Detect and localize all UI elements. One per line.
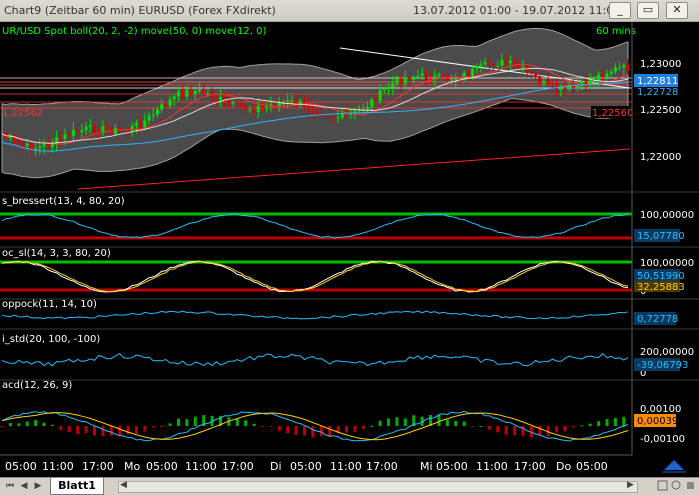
next-sheet-icon[interactable]: ▶ (32, 480, 44, 493)
indicator-value: 50,51990 (637, 271, 685, 282)
time-label: 17:00 (366, 460, 398, 473)
axis-label-top: 100,00000 (640, 210, 694, 221)
time-label: 05:00 (5, 460, 37, 473)
time-label: 11:00 (42, 460, 74, 473)
last-price: 1,22811 (637, 76, 678, 87)
close-button[interactable]: ✕ (666, 2, 688, 19)
time-label: 05:00 (146, 460, 178, 473)
time-label: 17:00 (222, 460, 254, 473)
zoom-icon[interactable] (671, 480, 682, 491)
title-bar: Chart9 (Zeitbar 60 min) EURUSD (Forex FX… (0, 0, 699, 22)
scroll-left-icon[interactable]: ◀ (120, 480, 127, 490)
indicator-legend: oppock(11, 14, 10) (2, 299, 97, 310)
axis-label-top: 200,00000 (640, 347, 694, 358)
time-label: 05:00 (576, 460, 608, 473)
axis-label-top: 0,00100 (640, 404, 681, 415)
time-label: 05:00 (290, 460, 322, 473)
price-label-2: 1,22500 (640, 105, 681, 116)
first-sheet-icon[interactable]: ⏮ (4, 480, 16, 493)
time-label: 17:00 (82, 460, 114, 473)
time-label: Mi (420, 460, 433, 473)
time-label: 11:00 (476, 460, 508, 473)
right-price-marker: 1,22560 (592, 108, 633, 119)
date-range: 13.07.2012 01:00 - 19.07.2012 11:00 (413, 4, 621, 17)
indicator-legend: s_bressert(13, 4, 80, 20) (2, 196, 125, 207)
axis-label-top: 100,00000 (640, 258, 694, 269)
indicator-value: 0,00039 (637, 416, 678, 427)
horizontal-scrollbar[interactable] (118, 481, 638, 493)
axis-label-bottom: -0,00100 (640, 434, 685, 445)
time-label: Mo (124, 460, 140, 473)
window-title: Chart9 (Zeitbar 60 min) EURUSD (Forex FX… (4, 4, 276, 17)
indicator-legend: oc_sl(14, 3, 3, 80, 20) (2, 248, 111, 259)
grid-lock-icon[interactable] (657, 480, 668, 491)
time-label: 17:00 (514, 460, 546, 473)
settings-icon[interactable] (685, 480, 696, 491)
restore-button[interactable]: ▭ (637, 2, 659, 19)
time-label: 05:00 (436, 460, 468, 473)
left-price-marker: 1,22562 (2, 108, 43, 119)
last-price-2: 1,22728 (637, 87, 678, 98)
indicator-value-2: 32,25883 (637, 282, 685, 293)
indicator-value: 15,07780 (637, 231, 685, 242)
time-label: 11:00 (185, 460, 217, 473)
minimize-button[interactable]: _ (609, 2, 631, 19)
chart-area[interactable]: UR/USD Spot boll(20, 2, -2) move(50, 0) … (0, 22, 699, 477)
scroll-right-icon[interactable]: ▶ (627, 480, 634, 490)
time-label: Di (270, 460, 282, 473)
indicator-value: 0,72778 (637, 314, 678, 325)
time-label: Do (556, 460, 571, 473)
price-label-3: 1,22000 (640, 152, 681, 163)
indicator-value: -39,06793 (637, 360, 688, 371)
price-legend: UR/USD Spot boll(20, 2, -2) move(50, 0) … (2, 26, 267, 37)
timeframe-label: 60 mins (596, 26, 636, 37)
indicator-legend: acd(12, 26, 9) (2, 380, 72, 391)
time-axis-labels: 05:00 11:00 17:00 Mo 05:00 11:00 17:00 Di 05:00 1… (5, 460, 608, 473)
prev-sheet-icon[interactable]: ◀ (18, 480, 30, 493)
sheet-tab-bar: ⏮ ◀ ▶ Blatt1 ◀ ▶ (0, 477, 699, 495)
indicator-legend: i_std(20, 100, -100) (2, 334, 100, 345)
price-label-1: 1,23000 (640, 59, 681, 70)
time-label: 11:00 (330, 460, 362, 473)
tab-blatt1[interactable]: Blatt1 (50, 478, 104, 495)
